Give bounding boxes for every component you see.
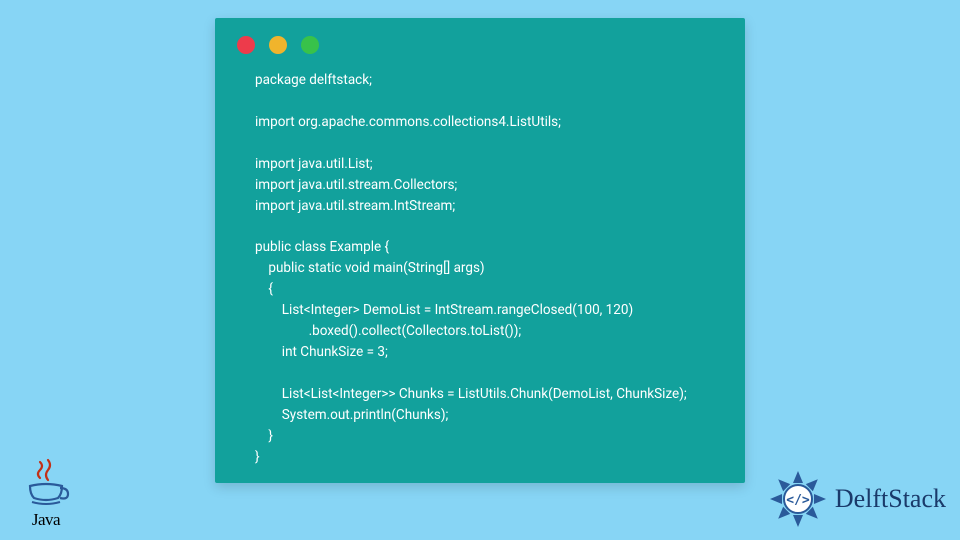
java-logo-text: Java [20,510,72,530]
maximize-icon [301,36,319,54]
java-cup-icon [22,458,70,510]
delftstack-logo-text: DelftStack [835,484,946,514]
code-content: package delftstack; import org.apache.co… [215,64,745,488]
close-icon [237,36,255,54]
window-controls [215,18,745,64]
minimize-icon [269,36,287,54]
delftstack-emblem-icon: </> [767,468,829,530]
svg-text:</>: </> [786,493,810,508]
code-window: package delftstack; import org.apache.co… [215,18,745,483]
delftstack-logo: </> DelftStack [767,468,946,530]
java-logo: Java [20,458,72,530]
